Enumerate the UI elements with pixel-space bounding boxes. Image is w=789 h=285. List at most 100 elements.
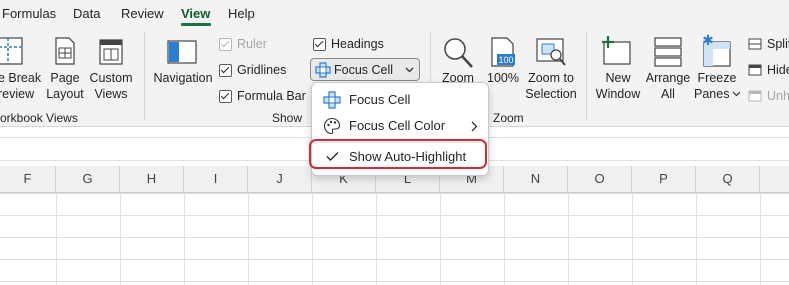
tab-review[interactable]: Review [121,6,164,21]
freeze-panes-icon: ✱ [702,34,731,67]
column-header-h[interactable]: H [120,166,184,192]
gridlines-check-icon [219,63,232,77]
workbook-views-group-label: orkbook Views [0,111,78,125]
grid-column-line [376,193,377,285]
custom-views-button[interactable]: Custom Views [87,70,135,102]
grid-column-line [120,193,121,285]
group-separator [586,32,587,120]
arrange-all-button[interactable]: Arrange All [644,70,692,102]
focus-cell-dropdown-button[interactable]: Focus Cell [310,58,420,81]
group-separator [144,32,145,120]
column-header-p[interactable]: P [632,166,696,192]
ruler-label: Ruler [237,37,267,51]
chevron-down-icon [405,67,414,73]
grid-column-line [184,193,185,285]
zoom-magnifier-icon [444,38,473,68]
navigation-icon [167,40,197,64]
tab-help[interactable]: Help [228,6,255,21]
zoom-to-selection-icon [536,38,566,66]
split-button[interactable]: Split [748,37,789,51]
headings-label: Headings [331,37,384,51]
formula-bar-check-icon [219,89,232,103]
gridlines-checkbox[interactable]: Gridlines [219,63,286,77]
zoom-group-label: Zoom [493,111,524,125]
grid-column-line [504,193,505,285]
chevron-right-icon [471,121,478,132]
zoom-100-icon: 100 [491,37,515,67]
column-header-i[interactable]: I [184,166,248,192]
hide-label: Hide [767,63,789,77]
freeze-label-row: Panes [694,86,740,102]
new-window-label-1: New [605,71,631,85]
column-header-j[interactable]: J [248,166,312,192]
grid-column-line [312,193,313,285]
gridlines-label: Gridlines [237,63,287,77]
svg-text:✱: ✱ [702,34,714,49]
custom-views-label-2: Views [94,87,128,101]
arrange-all-icon [654,37,682,67]
grid-column-line [440,193,441,285]
unhide-button[interactable]: Unh [748,89,789,103]
zoom-100-button[interactable]: 100% [484,70,522,86]
page-break-label-2: review [0,87,35,101]
column-header-g[interactable]: G [56,166,120,192]
split-label: Split [767,37,789,51]
tab-view[interactable]: View [181,6,210,21]
ruler-check-icon [219,37,232,51]
headings-check-icon [313,37,326,51]
highlight-annotation-box [309,139,487,169]
column-header-q[interactable]: Q [696,166,760,192]
formula-bar-checkbox[interactable]: Formula Bar [219,89,306,103]
zoom-to-selection-button[interactable]: Zoom to Selection [524,70,578,102]
formula-bar-label: Formula Bar [237,89,306,103]
split-icon [748,38,762,50]
navigation-button[interactable]: Navigation [152,70,214,86]
menu-item-focus-cell-color[interactable]: Focus Cell Color [312,113,488,139]
custom-views-label-1: Custom [89,71,133,85]
zoom-100-label: 100% [487,71,519,85]
navigation-label: Navigation [153,71,213,85]
ruler-checkbox[interactable]: Ruler [219,37,267,51]
column-header-n[interactable]: N [504,166,568,192]
page-break-preview-button[interactable]: e Break review [0,70,42,102]
menu-item-focus-cell-color-label: Focus Cell Color [349,118,446,133]
page-layout-label-2: Layout [46,87,84,101]
grid-column-line [696,193,697,285]
new-window-button[interactable]: New Window [594,70,642,102]
tab-data[interactable]: Data [73,6,100,21]
grid-column-line [760,193,761,285]
hide-icon [748,64,762,76]
column-header-f[interactable]: F [0,166,56,192]
freeze-label-2: Panes [694,87,730,101]
grid-column-line [568,193,569,285]
arrange-label-1: Arrange [645,71,691,85]
page-layout-label-1: Page [50,71,80,85]
focus-cell-icon [323,91,341,109]
focus-cell-button-label: Focus Cell [334,63,394,77]
show-group-label: Show [272,111,303,125]
page-break-label-1: e Break [0,71,42,85]
zoom-selection-label-1: Zoom to [528,71,574,85]
grid-column-line [56,193,57,285]
grid-column-line [248,193,249,285]
zoom-100-icon-text: 100 [498,55,513,65]
column-header-o[interactable]: O [568,166,632,192]
menu-item-focus-cell[interactable]: Focus Cell [312,87,488,113]
page-layout-icon [55,37,75,65]
unhide-label: Unh [767,89,789,103]
palette-icon [323,117,341,135]
chevron-down-icon [733,91,740,97]
freeze-panes-button[interactable]: Freeze Panes [694,70,740,102]
page-break-preview-icon [0,37,23,65]
hide-button[interactable]: Hide [748,63,789,77]
headings-checkbox[interactable]: Headings [313,37,384,51]
new-window-label-2: Window [595,87,641,101]
page-layout-button[interactable]: Page Layout [44,70,86,102]
focus-cell-icon [315,62,331,78]
worksheet-grid[interactable] [0,193,789,285]
zoom-selection-label-2: Selection [525,87,577,101]
menu-item-focus-cell-label: Focus Cell [349,92,411,107]
tab-formulas[interactable]: Formulas [2,6,56,21]
grid-column-line [632,193,633,285]
unhide-icon [748,90,762,102]
